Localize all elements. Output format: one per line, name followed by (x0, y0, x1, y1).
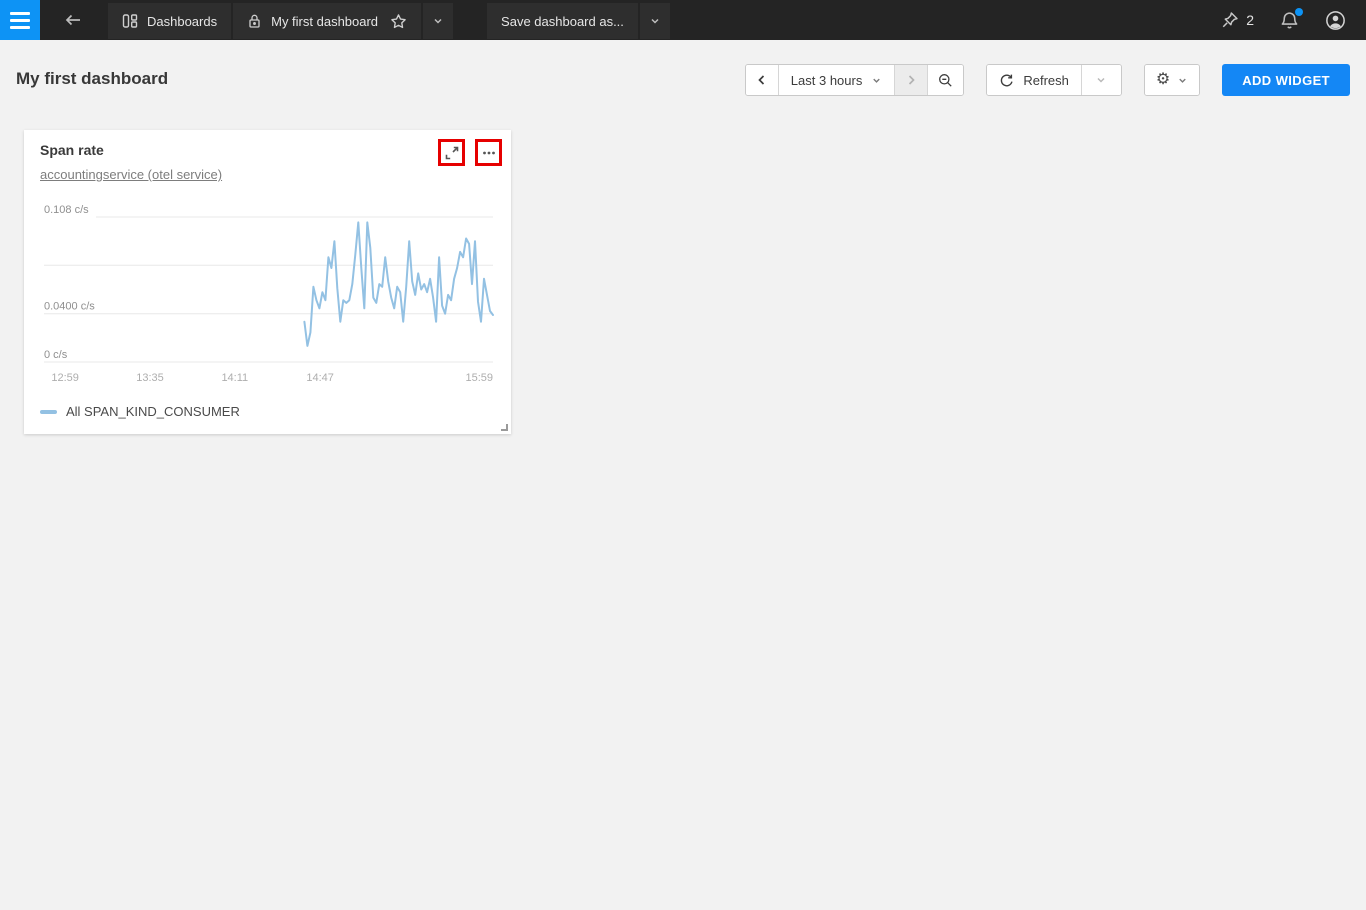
legend-swatch (40, 410, 57, 414)
timeframe-zoom-out-button[interactable] (927, 65, 963, 95)
dashboard-toolbar: Last 3 hours Refresh ⚙ ADD WID (745, 64, 1350, 96)
hamburger-icon (10, 12, 30, 15)
chevron-down-icon (871, 75, 882, 86)
expand-icon (445, 146, 459, 160)
star-icon[interactable] (390, 13, 407, 30)
tab-label: My first dashboard (271, 14, 378, 29)
refresh-button[interactable]: Refresh (987, 65, 1081, 95)
tab-options-dropdown[interactable] (423, 3, 453, 39)
timeframe-previous-button[interactable] (746, 65, 778, 95)
notifications-button[interactable] (1270, 0, 1309, 40)
settings-group: ⚙ (1144, 64, 1200, 96)
chevron-down-icon (432, 15, 444, 27)
svg-text:14:11: 14:11 (221, 372, 248, 384)
widget-subtitle-link[interactable]: accountingservice (otel service) (40, 167, 222, 182)
refresh-label: Refresh (1023, 73, 1069, 88)
zoom-out-icon (938, 73, 953, 88)
avatar-icon (1325, 10, 1346, 31)
top-navigation-bar: Dashboards My first dashboard (0, 0, 1366, 40)
refresh-interval-dropdown[interactable] (1081, 65, 1121, 95)
svg-text:14:47: 14:47 (306, 372, 334, 384)
dashboard-tabstrip: Dashboards My first dashboard (108, 0, 453, 40)
pin-icon (1221, 11, 1239, 29)
tab-label: Dashboards (147, 14, 217, 29)
widget-span-rate[interactable]: 0.108 c/s 0.0400 c/s 0 c/s 12:59 13:35 14:11 1… (24, 130, 511, 434)
pinned-items-button[interactable]: 2 (1211, 0, 1264, 40)
svg-text:15:59: 15:59 (465, 372, 493, 384)
chevron-right-icon (905, 74, 917, 86)
widget-title: Span rate (40, 142, 104, 158)
chevron-down-icon (649, 15, 661, 27)
chevron-down-icon (1177, 75, 1188, 86)
widget-resize-handle[interactable] (501, 424, 508, 431)
tab-dashboards[interactable]: Dashboards (108, 3, 231, 39)
tab-my-first-dashboard[interactable]: My first dashboard (233, 3, 421, 39)
lock-icon (247, 13, 262, 29)
timeframe-next-button[interactable] (894, 65, 927, 95)
svg-text:0 c/s: 0 c/s (44, 349, 68, 361)
hamburger-menu-button[interactable] (0, 0, 40, 40)
page-title: My first dashboard (16, 69, 168, 89)
svg-text:0.108 c/s: 0.108 c/s (44, 204, 89, 216)
dashboard-settings-button[interactable]: ⚙ (1145, 65, 1199, 95)
chart-legend[interactable]: All SPAN_KIND_CONSUMER (40, 404, 240, 419)
add-widget-button[interactable]: ADD WIDGET (1222, 64, 1350, 96)
svg-text:0.0400 c/s: 0.0400 c/s (44, 301, 95, 313)
save-dashboard-dropdown[interactable] (640, 3, 670, 39)
legend-label: All SPAN_KIND_CONSUMER (66, 404, 240, 419)
chevron-left-icon (756, 74, 768, 86)
topbar-right-actions: 2 (1211, 0, 1366, 40)
ellipsis-icon (482, 146, 496, 160)
save-dashboard-group: Save dashboard as... (487, 0, 670, 40)
notification-dot (1295, 8, 1303, 16)
dashboards-grid-icon (122, 13, 138, 29)
pin-count: 2 (1246, 12, 1254, 28)
svg-text:13:35: 13:35 (136, 372, 164, 384)
widget-more-options-button[interactable] (475, 139, 502, 166)
widget-expand-button[interactable] (438, 139, 465, 166)
save-dashboard-as-label: Save dashboard as... (501, 14, 624, 29)
gear-icon: ⚙ (1156, 72, 1170, 88)
refresh-group: Refresh (986, 64, 1122, 96)
back-button[interactable] (54, 0, 92, 40)
back-arrow-icon (64, 12, 82, 28)
user-avatar-button[interactable] (1315, 0, 1356, 40)
svg-text:12:59: 12:59 (51, 372, 79, 384)
timeframe-label: Last 3 hours (791, 73, 863, 88)
chevron-down-icon (1095, 74, 1107, 86)
timeframe-group: Last 3 hours (745, 64, 965, 96)
save-dashboard-as-button[interactable]: Save dashboard as... (487, 3, 638, 39)
refresh-icon (999, 73, 1014, 88)
timeframe-selector[interactable]: Last 3 hours (778, 65, 895, 95)
